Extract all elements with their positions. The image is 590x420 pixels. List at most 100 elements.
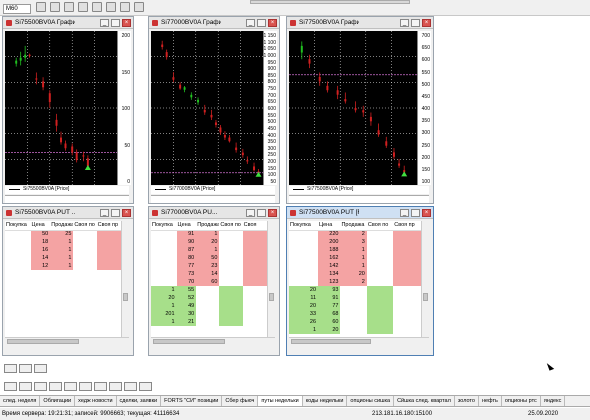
order-book-row[interactable]: 20 77 <box>289 302 421 310</box>
column-header[interactable]: Покупка <box>151 221 177 231</box>
minimized-window[interactable] <box>64 382 77 391</box>
workspace-tab[interactable]: яндекс <box>541 396 566 406</box>
close-button[interactable]: × <box>422 209 431 217</box>
minimized-window[interactable] <box>19 382 32 391</box>
minimize-button[interactable]: _ <box>400 209 409 217</box>
order-book-row[interactable]: 1 49 <box>151 302 267 310</box>
minimize-button[interactable]: _ <box>400 19 409 27</box>
chart-window-2[interactable]: Si77000BV0A Графи..._×1 1501 1001 0501 0… <box>148 16 280 204</box>
order-book-row[interactable]: 220 2 <box>289 230 421 238</box>
order-book-row[interactable]: 134 20 <box>289 270 421 278</box>
workspace-tab[interactable]: след. неделя <box>0 396 41 406</box>
minimized-window[interactable] <box>94 382 107 391</box>
order-book-row[interactable]: 162 1 <box>289 254 421 262</box>
column-header[interactable]: Покупка <box>5 221 31 231</box>
order-book-row[interactable]: 16 1 <box>5 246 121 254</box>
order-book-row[interactable]: 200 3 <box>289 238 421 246</box>
toolbar-icon[interactable] <box>120 2 130 12</box>
order-book-row[interactable]: 20 93 <box>289 286 421 294</box>
order-book-row[interactable]: 1 55 <box>151 286 267 294</box>
workspace-tab[interactable]: опционы ртс <box>502 396 541 406</box>
workspace-tab[interactable]: золото <box>455 396 479 406</box>
toolbar-icon[interactable] <box>64 2 74 12</box>
minimized-window[interactable] <box>34 364 47 373</box>
scroll-thumb[interactable] <box>153 339 225 344</box>
window-titlebar[interactable]: Si75500BV0A Графи..._× <box>3 17 133 29</box>
interval-select[interactable]: M60 <box>3 4 31 14</box>
order-book-row[interactable]: 33 68 <box>289 310 421 318</box>
close-button[interactable]: × <box>422 19 431 27</box>
scroll-thumb[interactable] <box>291 339 372 344</box>
column-header[interactable]: Цена <box>176 221 197 231</box>
column-header[interactable]: Своя пр <box>96 221 121 231</box>
order-book-row[interactable]: 73 14 <box>151 270 267 278</box>
order-book[interactable]: Покупка Цена Продажа Своя по Своя пр 50 25 18 1 1… <box>5 221 129 345</box>
horizontal-scrollbar[interactable] <box>5 337 129 345</box>
column-header[interactable]: Цена <box>30 221 51 231</box>
order-book-row[interactable]: 18 1 <box>5 238 121 246</box>
close-button[interactable]: × <box>122 209 131 217</box>
toolbar-icon[interactable] <box>92 2 102 12</box>
minimize-button[interactable]: _ <box>246 209 255 217</box>
order-book-row[interactable]: 201 30 <box>151 310 267 318</box>
price-chart[interactable] <box>5 31 117 185</box>
workspace-tab[interactable]: нефть <box>479 396 502 406</box>
order-book-row[interactable]: 91 1 <box>151 230 267 238</box>
order-book-row[interactable]: 20 52 <box>151 294 267 302</box>
order-book-row[interactable]: 50 25 <box>5 230 121 238</box>
workspace-tab[interactable]: хедж новости <box>75 396 117 406</box>
order-book-row[interactable]: 121 <box>5 262 121 270</box>
maximize-button[interactable] <box>111 19 120 27</box>
close-button[interactable]: × <box>268 209 277 217</box>
chart-window-1[interactable]: Si75500BV0A Графи..._×200150100500Si7550… <box>2 16 134 204</box>
column-header[interactable]: Покупка <box>289 221 319 231</box>
column-header[interactable]: Продажа <box>196 221 220 231</box>
order-book-row[interactable]: 11 91 <box>289 294 421 302</box>
workspace-tab[interactable]: Сбер фьюч <box>222 396 259 406</box>
order-book[interactable]: Покупка Цена Продажа Своя по Своя 91 1 90 20 87 1 8… <box>151 221 275 345</box>
workspace-tab[interactable]: опционы сишка <box>347 396 395 406</box>
scroll-thumb[interactable] <box>423 293 428 301</box>
column-header[interactable]: Своя по <box>366 221 394 231</box>
order-book-row[interactable]: 80 50 <box>151 254 267 262</box>
chart-window-3[interactable]: Si77500BV0A График ..._×7006506005505004… <box>286 16 434 204</box>
workspace-tab[interactable]: путы недельки <box>258 396 303 406</box>
order-book-row[interactable]: 70 60 <box>151 278 267 286</box>
scroll-thumb[interactable] <box>123 293 128 301</box>
scroll-thumb[interactable] <box>7 339 79 344</box>
window-titlebar[interactable]: Si77000BV0A Графи..._× <box>149 17 279 29</box>
window-titlebar[interactable]: Si77000BV0A PU... _ × <box>149 207 279 219</box>
order-book[interactable]: Покупка Цена Продажа Своя по Своя пр 220 2 200 3… <box>289 221 429 345</box>
minimize-button[interactable]: _ <box>100 19 109 27</box>
horizontal-scrollbar[interactable] <box>151 337 275 345</box>
order-book-row[interactable]: 87 1 <box>151 246 267 254</box>
horizontal-scrollbar[interactable] <box>289 337 429 345</box>
workspace-tab[interactable]: Облигации <box>40 396 76 406</box>
price-chart[interactable] <box>289 31 417 185</box>
orderbook-window-2[interactable]: Si77000BV0A PU... _ × Покупка Цена Продажа Сво… <box>148 206 280 356</box>
column-header[interactable]: Цена <box>318 221 341 231</box>
order-book-row[interactable]: 90 20 <box>151 238 267 246</box>
column-header[interactable]: Своя по <box>219 221 243 231</box>
window-titlebar[interactable]: Si75500BV0A PUT ... _ × <box>3 207 133 219</box>
order-book-row[interactable]: 1 20 <box>289 326 421 334</box>
order-book-row[interactable]: 123 2 <box>289 278 421 286</box>
orderbook-window-1[interactable]: Si75500BV0A PUT ... _ × Покупка Цена Продажа С… <box>2 206 134 356</box>
toolbar-icon[interactable] <box>106 2 116 12</box>
window-titlebar[interactable]: Si77500BV0A График ..._× <box>287 17 433 29</box>
toolbar-icon[interactable] <box>78 2 88 12</box>
toolbar-icon[interactable] <box>134 2 144 12</box>
column-header[interactable]: Продажа <box>340 221 367 231</box>
vertical-scrollbar[interactable] <box>121 221 129 345</box>
order-book-row[interactable]: 77 23 <box>151 262 267 270</box>
order-book-row[interactable]: 14 1 <box>5 254 121 262</box>
column-header[interactable]: Продажа <box>50 221 74 231</box>
maximize-button[interactable] <box>111 209 120 217</box>
workspace-tab[interactable]: коды недельки <box>303 396 348 406</box>
order-book-row[interactable]: 188 1 <box>289 246 421 254</box>
window-titlebar[interactable]: Si77500BV0A PUT [FO..._× <box>287 207 433 219</box>
scroll-thumb[interactable] <box>269 293 274 301</box>
toolbar-icon[interactable] <box>50 2 60 12</box>
order-book-row[interactable]: 142 1 <box>289 262 421 270</box>
order-book-row[interactable]: 121 <box>151 318 267 326</box>
